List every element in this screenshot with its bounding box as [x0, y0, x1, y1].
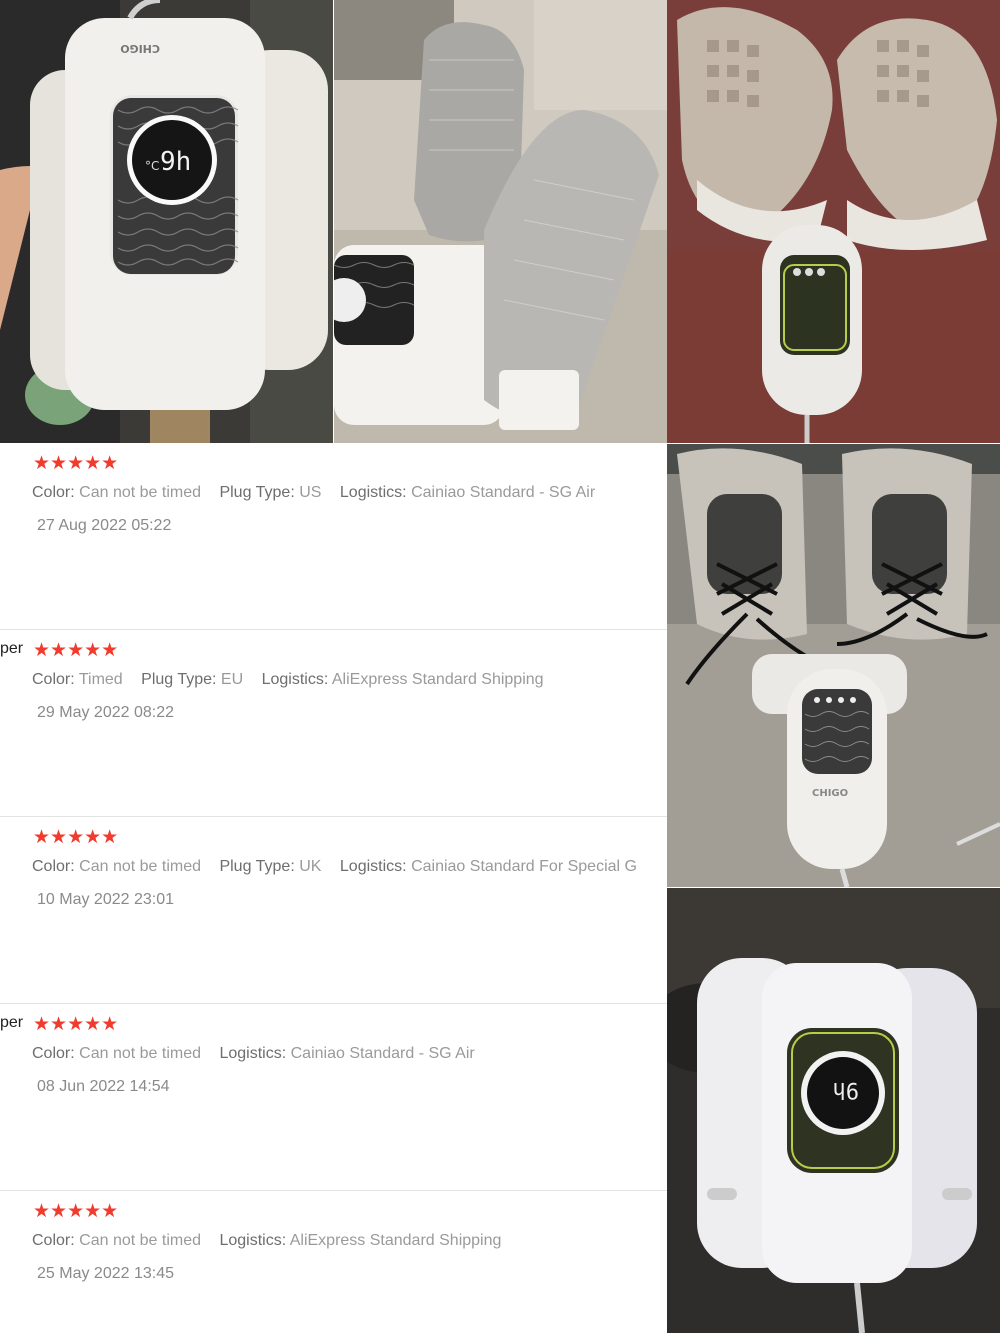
review-item: ★★★★★ Color: Can not be timed Plug Type:… — [0, 443, 667, 630]
logistics-value: Cainiao Standard For Special G — [411, 858, 637, 875]
reviewer-name-partial: per — [0, 640, 24, 657]
rating-stars: ★★★★★ — [33, 827, 119, 848]
svg-text:9h: 9h — [833, 1077, 860, 1102]
review-date: 29 May 2022 08:22 — [37, 704, 174, 721]
svg-text:CHIGO: CHIGO — [812, 788, 848, 799]
plug-label: Plug Type: — [219, 858, 295, 875]
logistics-label: Logistics: — [339, 484, 407, 501]
plug-value: UK — [299, 858, 322, 875]
logistics-label: Logistics: — [261, 671, 329, 688]
dryer-display-text: 9h — [160, 147, 191, 177]
review-item: per ★★★★★ Color: Timed Plug Type: EU Log… — [0, 630, 667, 817]
reviewer-name-partial: per — [0, 1014, 24, 1031]
logistics-label: Logistics: — [219, 1232, 287, 1249]
review-date: 08 Jun 2022 14:54 — [37, 1078, 170, 1095]
rating-stars: ★★★★★ — [33, 1014, 119, 1035]
photo-shoes-soles — [667, 0, 1000, 443]
review-date: 27 Aug 2022 05:22 — [37, 517, 172, 534]
plug-value: US — [299, 484, 322, 501]
review-attributes: Color: Timed Plug Type: EU Logistics: Al… — [32, 671, 544, 689]
rating-stars: ★★★★★ — [33, 1201, 119, 1222]
plug-value: EU — [220, 671, 244, 688]
logistics-value: AliExpress Standard Shipping — [331, 671, 544, 688]
review-date: 25 May 2022 13:45 — [37, 1265, 174, 1282]
svg-text:CHIGO: CHIGO — [120, 42, 160, 55]
review-item: ★★★★★ Color: Can not be timed Logistics:… — [0, 1191, 667, 1333]
logistics-label: Logistics: — [339, 858, 407, 875]
photo-sneakers-on-dryer: CHIGO — [667, 444, 1000, 887]
color-label: Color: — [32, 1232, 75, 1249]
photo-dryer-on-carpet: 9h — [667, 888, 1000, 1333]
logistics-value: AliExpress Standard Shipping — [289, 1232, 502, 1249]
color-label: Color: — [32, 484, 75, 501]
review-date: 10 May 2022 23:01 — [37, 891, 174, 908]
review-attributes: Color: Can not be timed Logistics: AliEx… — [32, 1232, 501, 1250]
rating-stars: ★★★★★ — [33, 453, 119, 474]
color-value: Can not be timed — [79, 1232, 201, 1249]
review-item: per ★★★★★ Color: Can not be timed Logist… — [0, 1004, 667, 1191]
review-item: ★★★★★ Color: Can not be timed Plug Type:… — [0, 817, 667, 1004]
color-label: Color: — [32, 671, 75, 688]
review-attributes: Color: Can not be timed Logistics: Caini… — [32, 1045, 475, 1063]
color-label: Color: — [32, 1045, 75, 1062]
color-value: Can not be timed — [79, 1045, 201, 1062]
review-attributes: Color: Can not be timed Plug Type: US Lo… — [32, 484, 595, 502]
logistics-label: Logistics: — [219, 1045, 287, 1062]
logistics-value: Cainiao Standard - SG Air — [411, 484, 596, 501]
photo-socks-on-dryer — [334, 0, 667, 443]
svg-text:°C: °C — [145, 159, 159, 173]
review-attributes: Color: Can not be timed Plug Type: UK Lo… — [32, 858, 637, 876]
review-list: ★★★★★ Color: Can not be timed Plug Type:… — [0, 443, 667, 1333]
logistics-value: Cainiao Standard - SG Air — [290, 1045, 475, 1062]
color-value: Timed — [78, 671, 123, 688]
photo-dryer-in-hand: 9h °C CHIGO — [0, 0, 333, 443]
color-label: Color: — [32, 858, 75, 875]
rating-stars: ★★★★★ — [33, 640, 119, 661]
color-value: Can not be timed — [79, 484, 201, 501]
plug-label: Plug Type: — [219, 484, 295, 501]
color-value: Can not be timed — [79, 858, 201, 875]
plug-label: Plug Type: — [141, 671, 217, 688]
